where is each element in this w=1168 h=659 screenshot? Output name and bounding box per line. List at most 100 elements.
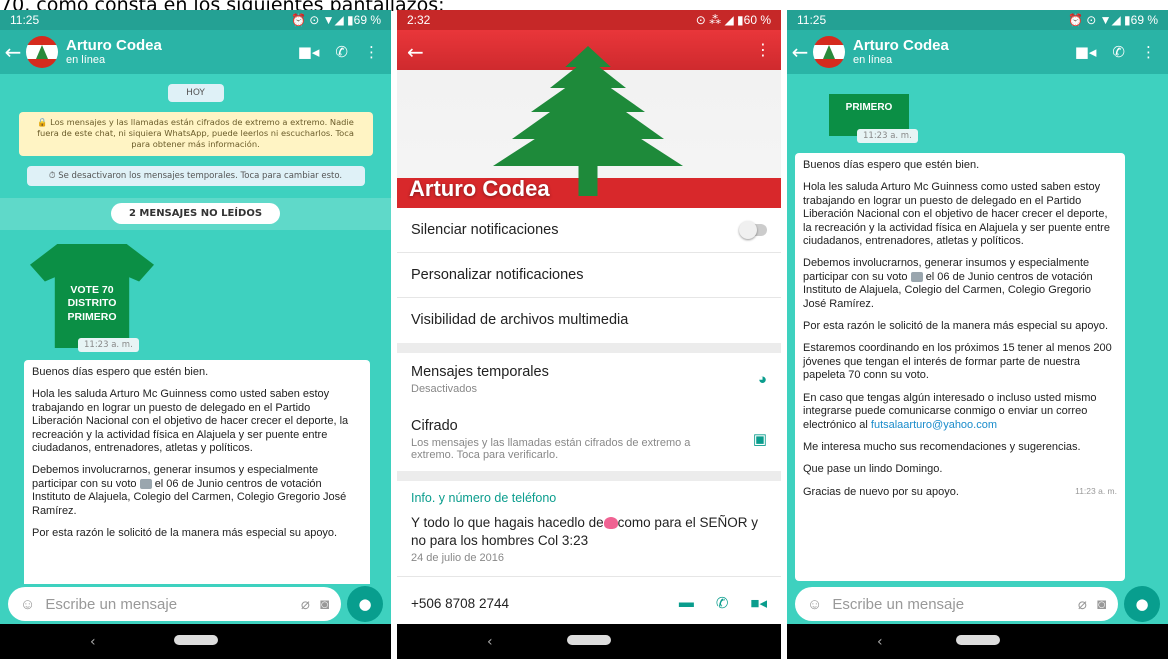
chat-screen-2: 11:25 ⏰ ⊙ ▼◢ ▮69 % PRIMERO 11:23 a. m. B… <box>787 10 1168 659</box>
temporary-messages-row[interactable]: Mensajes temporales Desactivados ◕ <box>397 353 781 405</box>
message-icon[interactable]: ▬ <box>679 594 694 612</box>
temporary-messages-value: Desactivados <box>411 382 478 395</box>
message-placeholder: Escribe un mensaje <box>832 595 965 613</box>
message-paragraph: Debemos involucrarnos, generar insumos y… <box>32 464 347 517</box>
message-paragraph: Hola les saluda Arturo Mc Guinness como … <box>803 181 1110 248</box>
more-menu-icon[interactable]: ⋮ <box>364 43 379 61</box>
back-arrow-icon[interactable]: ← <box>0 40 26 64</box>
avatar[interactable] <box>26 36 58 68</box>
phone-call-icon[interactable]: ✆ <box>1112 43 1125 61</box>
shirt-image: VOTE 70 DISTRITO PRIMERO <box>30 244 154 348</box>
info-header: Info. y número de teléfono <box>411 491 557 505</box>
mic-button[interactable]: ● <box>1124 586 1160 622</box>
emoji-icon[interactable]: ☺ <box>807 596 822 613</box>
video-call-icon[interactable]: ■◂ <box>750 594 767 612</box>
text-message-bubble[interactable]: Buenos días espero que estén bien. Hola … <box>795 153 1125 581</box>
heart-icon <box>603 517 618 530</box>
video-call-icon[interactable]: ■◂ <box>1075 43 1097 61</box>
more-menu-icon[interactable]: ⋮ <box>755 40 771 59</box>
attach-icon[interactable]: ⌀ <box>301 595 310 613</box>
contact-info-screen: 2:32 ⊙ ⁂ ◢ ▮60 % ← ⋮ Arturo Codea Silenc… <box>397 10 781 659</box>
phone-call-icon[interactable]: ✆ <box>335 43 348 61</box>
nav-home-pill[interactable] <box>567 635 611 645</box>
encryption-row[interactable]: Cifrado Los mensajes y las llamadas está… <box>397 409 781 469</box>
unread-count-label: 2 MENSAJES NO LEÍDOS <box>110 203 281 225</box>
status-bar: 2:32 ⊙ ⁂ ◢ ▮60 % <box>397 10 781 30</box>
contact-status: en línea <box>66 54 106 67</box>
media-visibility-row[interactable]: Visibilidad de archivos multimedia <box>397 298 781 342</box>
system-nav-bar: ‹ <box>397 624 781 659</box>
camera-icon[interactable]: ◙ <box>1097 596 1106 613</box>
chat-app-bar: ← Arturo Codea en línea ■◂ ✆ ⋮ <box>787 30 1168 74</box>
message-paragraph: Buenos días espero que estén bien. <box>32 366 209 378</box>
about-row[interactable]: Y todo lo que hagais hacedlo de como para… <box>397 514 781 578</box>
profile-photo[interactable]: ← ⋮ Arturo Codea <box>397 30 781 208</box>
attach-icon[interactable]: ⌀ <box>1078 595 1087 613</box>
info-header-row: Info. y número de teléfono <box>397 486 781 510</box>
composer: ☺ Escribe un mensaje ⌀ ◙ ● <box>787 584 1168 624</box>
about-text: Y todo lo que hagais hacedlo de como para… <box>411 515 758 548</box>
back-arrow-icon[interactable]: ← <box>787 40 813 64</box>
contact-name: Arturo Codea <box>66 36 162 54</box>
custom-notifications-row[interactable]: Personalizar notificaciones <box>397 253 781 297</box>
status-bar: 11:25 ⏰ ⊙ ▼◢ ▮69 % <box>787 10 1168 30</box>
message-paragraph: Estaremos coordinando en los próximos 15… <box>803 342 1112 382</box>
nav-home-pill[interactable] <box>955 635 1000 645</box>
ballot-box-icon <box>139 478 152 489</box>
chat-screen-1: 11:25 ⏰ ⊙ ▼◢ ▮69 % ← Arturo Codea en lín… <box>0 10 391 659</box>
message-paragraph: En caso que tengas algún interesado o in… <box>803 391 1097 431</box>
profile-name: Arturo Codea <box>409 176 550 201</box>
unread-divider: 2 MENSAJES NO LEÍDOS <box>0 197 391 230</box>
image-timestamp: 11:23 a. m. <box>857 129 918 143</box>
nav-back-icon[interactable]: ‹ <box>877 634 883 650</box>
composer: ☺ Escribe un mensaje ⌀ ◙ ● <box>0 584 391 624</box>
back-arrow-icon[interactable]: ← <box>407 40 424 64</box>
temporary-messages-label: Mensajes temporales <box>411 363 549 380</box>
image-timestamp: 11:23 a. m. <box>78 338 139 352</box>
timer-icon: ◕ <box>757 370 767 388</box>
status-time: 11:25 <box>10 13 40 27</box>
system-nav-bar: ‹ <box>787 624 1168 659</box>
emoji-icon[interactable]: ☺ <box>20 596 35 613</box>
more-menu-icon[interactable]: ⋮ <box>1141 43 1156 61</box>
nav-back-icon[interactable]: ‹ <box>487 634 493 650</box>
video-call-icon[interactable]: ■◂ <box>298 43 320 61</box>
message-input[interactable]: ☺ Escribe un mensaje ⌀ ◙ <box>8 587 341 621</box>
avatar[interactable] <box>813 36 845 68</box>
camera-icon[interactable]: ◙ <box>320 596 329 613</box>
message-paragraph: Buenos días espero que estén bien. <box>803 159 980 171</box>
mic-button[interactable]: ● <box>347 586 383 622</box>
about-date: 24 de julio de 2016 <box>411 552 504 565</box>
status-time: 11:25 <box>797 13 827 27</box>
custom-notifications-label: Personalizar notificaciones <box>411 267 584 283</box>
temporary-messages-notice[interactable]: ⏱ Se desactivaron los mensajes temporale… <box>26 165 365 186</box>
chat-app-bar: ← Arturo Codea en línea ■◂ ✆ ⋮ <box>0 30 391 74</box>
message-input[interactable]: ☺ Escribe un mensaje ⌀ ◙ <box>795 587 1118 621</box>
mute-toggle[interactable] <box>739 221 767 239</box>
email-link[interactable]: futsalaarturo@yahoo.com <box>871 419 997 431</box>
message-paragraph: Hola les saluda Arturo Mc Guinness como … <box>32 388 349 455</box>
contact-header[interactable]: Arturo Codea en línea <box>853 37 1075 67</box>
cedar-flag-image <box>493 46 683 196</box>
message-paragraph: Debemos involucrarnos, generar insumos y… <box>803 257 1093 310</box>
message-paragraph: Gracias de nuevo por su apoyo. 11:23 a. m… <box>803 485 1117 498</box>
status-icons: ⏰ ⊙ ▼◢ ▮69 % <box>290 13 381 27</box>
message-paragraph: Por esta razón le solicitó de la manera … <box>32 527 338 540</box>
nav-back-icon[interactable]: ‹ <box>90 634 96 650</box>
mute-label: Silenciar notificaciones <box>411 222 559 238</box>
encryption-notice[interactable]: 🔒 Los mensajes y las llamadas están cifr… <box>18 112 373 156</box>
chat-area[interactable]: PRIMERO 11:23 a. m. Buenos días espero q… <box>787 30 1168 584</box>
phone-row[interactable]: +506 8708 2744 ▬ ✆ ■◂ <box>397 585 781 621</box>
chat-area[interactable]: HOY 🔒 Los mensajes y las llamadas están … <box>0 74 391 584</box>
nav-home-pill[interactable] <box>173 635 218 645</box>
phone-call-icon[interactable]: ✆ <box>716 594 729 612</box>
mute-notifications-row[interactable]: Silenciar notificaciones <box>397 208 781 252</box>
date-badge: HOY <box>167 84 224 102</box>
contact-header[interactable]: Arturo Codea en línea <box>66 36 298 67</box>
text-message-bubble[interactable]: Buenos días espero que estén bien. Hola … <box>24 360 370 584</box>
message-paragraph: Que pase un lindo Domingo. <box>803 463 943 476</box>
encryption-description: Los mensajes y las llamadas están cifrad… <box>411 436 691 461</box>
ballot-box-icon <box>910 271 923 282</box>
phone-number: +506 8708 2744 <box>411 595 509 611</box>
system-nav-bar: ‹ <box>0 624 391 659</box>
